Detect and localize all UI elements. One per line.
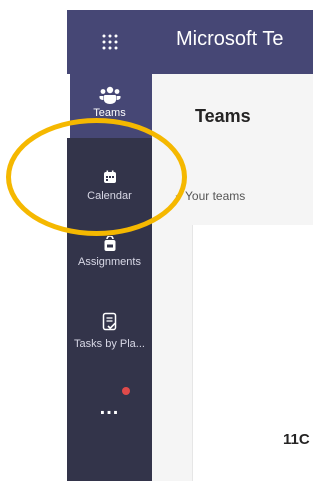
page-title: Teams	[195, 106, 251, 126]
your-teams-label[interactable]: Your teams	[185, 189, 245, 203]
notification-badge	[122, 387, 130, 395]
waffle-icon	[102, 34, 117, 50]
rail-item-calendar[interactable]: Calendar	[67, 160, 152, 224]
rail-item-assignments[interactable]: Assignments	[67, 232, 152, 296]
teams-icon	[99, 86, 120, 104]
tasks-icon	[102, 312, 116, 331]
left-margin	[0, 0, 67, 481]
app-launcher-button[interactable]	[67, 10, 152, 74]
team-list-panel: 11C	[192, 225, 314, 481]
assignments-icon	[104, 236, 115, 251]
rail-item-more[interactable]: ...	[67, 384, 152, 424]
page-header: Teams	[152, 74, 313, 152]
team-card-title[interactable]: 11C	[283, 431, 310, 448]
calendar-icon	[103, 170, 116, 183]
app-title: Microsoft Te	[176, 28, 284, 50]
rail-item-label: Teams	[93, 107, 126, 119]
title-bar: Microsoft Te	[67, 10, 313, 74]
rail-item-tasks[interactable]: Tasks by Pla...	[67, 308, 152, 372]
rail-item-label: Assignments	[78, 256, 141, 268]
more-icon: ...	[99, 397, 120, 419]
rail-item-teams[interactable]: Teams	[67, 74, 152, 138]
chevron-down-icon[interactable]: ▼	[174, 193, 182, 202]
app-rail: Teams Calendar Assignments Tasks by Pla.…	[67, 74, 152, 481]
rail-item-label: Tasks by Pla...	[74, 338, 145, 350]
rail-item-label: Calendar	[87, 190, 132, 202]
